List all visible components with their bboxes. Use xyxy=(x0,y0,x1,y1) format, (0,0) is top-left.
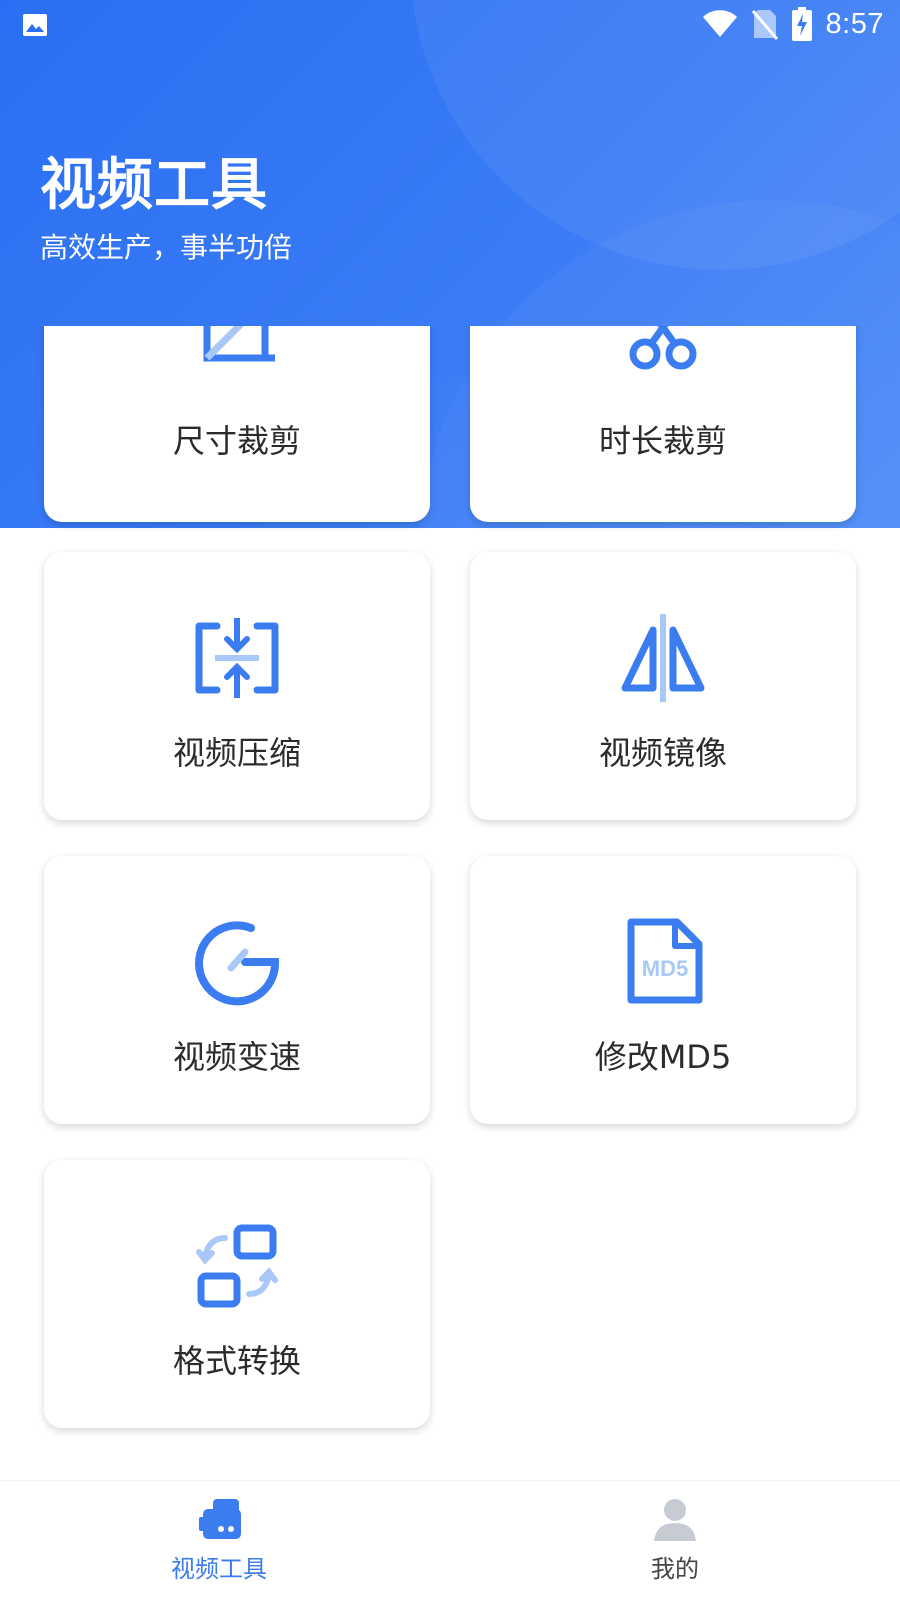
nav-item-mine[interactable]: 我的 xyxy=(450,1481,900,1601)
status-right-group: 8:57 xyxy=(702,6,884,42)
tool-label: 格式转换 xyxy=(172,1342,301,1380)
compress-icon xyxy=(195,618,279,698)
wifi-icon xyxy=(702,10,737,37)
image-icon xyxy=(23,14,47,36)
no-sim-icon xyxy=(751,10,778,40)
tool-label: 视频压缩 xyxy=(172,734,301,772)
tool-card-format-convert[interactable]: 格式转换 xyxy=(44,1160,430,1428)
video-tools-icon xyxy=(199,1499,241,1539)
bottom-nav: 视频工具 我的 xyxy=(0,1480,900,1601)
tool-card-video-compress[interactable]: 视频压缩 xyxy=(44,552,430,820)
nav-label: 视频工具 xyxy=(171,1555,267,1583)
status-time: 8:57 xyxy=(825,7,884,40)
nav-label: 我的 xyxy=(651,1555,699,1583)
md5-file-icon: MD5 xyxy=(627,918,703,1004)
tool-label: 时长裁剪 xyxy=(598,422,727,460)
tool-card-video-speed[interactable]: 视频变速 xyxy=(44,856,430,1124)
page-title: 视频工具 xyxy=(40,153,268,218)
person-icon xyxy=(654,1499,696,1541)
md5-icon-text: MD5 xyxy=(642,956,688,981)
battery-charging-icon xyxy=(791,7,812,41)
mirror-icon xyxy=(621,614,705,702)
speed-gauge-icon xyxy=(195,921,280,1006)
tool-card-modify-md5[interactable]: MD5 修改MD5 xyxy=(470,856,856,1124)
status-bar: 8:57 xyxy=(0,0,900,50)
tool-label: 修改MD5 xyxy=(594,1038,732,1076)
page-subtitle: 高效生产，事半功倍 xyxy=(40,231,293,264)
nav-item-video-tools[interactable]: 视频工具 xyxy=(0,1481,450,1601)
tool-label: 尺寸裁剪 xyxy=(172,422,301,460)
tool-card-video-mirror[interactable]: 视频镜像 xyxy=(470,552,856,820)
format-convert-icon xyxy=(196,1224,278,1308)
tool-label: 视频镜像 xyxy=(598,734,727,772)
tool-label: 视频变速 xyxy=(172,1038,301,1076)
